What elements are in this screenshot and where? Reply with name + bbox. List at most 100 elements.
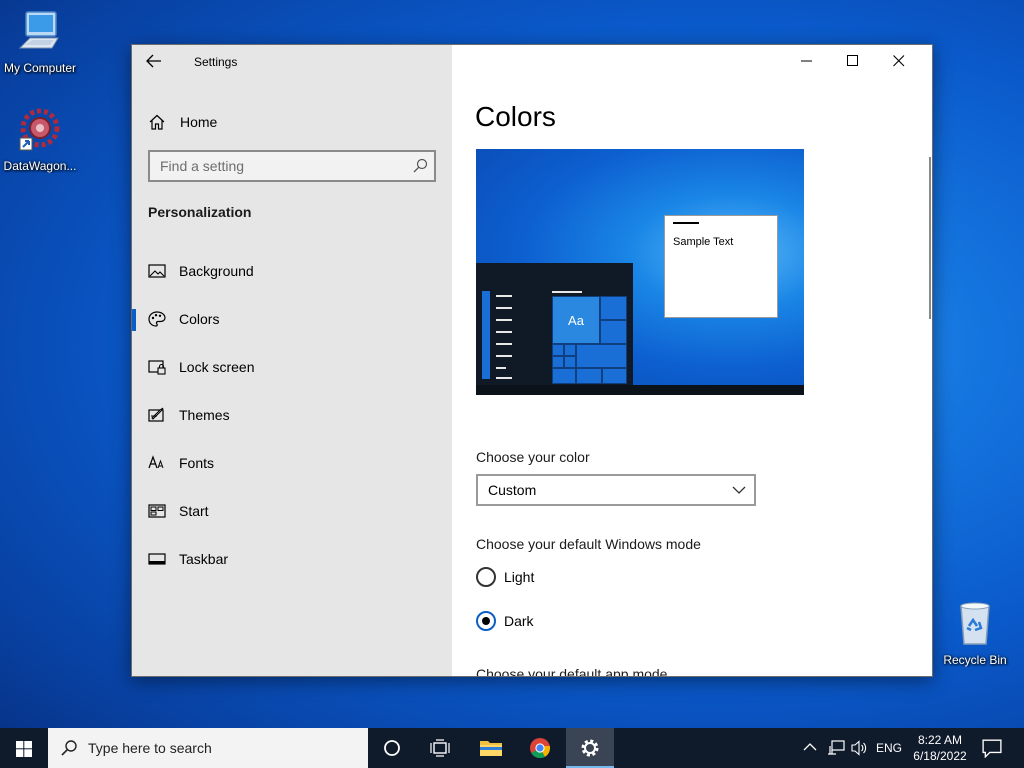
cortana-icon	[384, 740, 400, 756]
preview-menu-line	[496, 307, 512, 309]
fonts-icon	[148, 455, 164, 469]
preview-menu-line	[496, 295, 512, 297]
settings-taskbar-button[interactable]	[566, 728, 614, 768]
sidebar-item-background[interactable]: Background	[132, 247, 452, 295]
taskbar: Type here to search ENG 8:22 AM 6/18/202…	[0, 728, 1024, 768]
maximize-button[interactable]	[830, 45, 876, 77]
radio-dark[interactable]: Dark	[476, 611, 676, 635]
task-view-button[interactable]	[416, 728, 464, 768]
network-icon[interactable]	[827, 740, 845, 756]
choose-color-label: Choose your color	[476, 449, 590, 465]
windows-mode-label: Choose your default Windows mode	[476, 536, 701, 552]
content-scrollbar[interactable]	[929, 157, 931, 319]
sidebar-item-home[interactable]: Home	[132, 105, 452, 141]
preview-tile	[552, 368, 576, 384]
desktop-icon-label: My Computer	[3, 61, 77, 75]
preview-menu-line	[496, 355, 512, 357]
app-title: Settings	[194, 55, 238, 69]
sidebar-item-label: Lock screen	[179, 359, 255, 375]
search-icon[interactable]	[412, 158, 428, 174]
input-language[interactable]: ENG	[876, 741, 902, 755]
minimize-button[interactable]	[784, 45, 830, 77]
desktop-icon-label: DataWagon...	[3, 159, 77, 173]
preview-tile-aa: Aa	[552, 296, 600, 344]
sidebar-item-lock-screen[interactable]: Lock screen	[132, 343, 452, 391]
search-input[interactable]	[150, 152, 400, 180]
picture-icon	[148, 264, 166, 278]
sidebar-item-label: Background	[179, 263, 254, 279]
dropdown-value: Custom	[488, 482, 537, 498]
cortana-button[interactable]	[368, 728, 416, 768]
clock-date: 6/18/2022	[913, 749, 967, 763]
minimize-icon	[801, 60, 812, 62]
home-icon	[149, 114, 165, 130]
preview-start-menu: Aa	[476, 263, 633, 385]
preview-tile	[576, 368, 602, 384]
desktop-icon-label: Recycle Bin	[943, 653, 1007, 667]
sidebar-nav: Background Colors Lock screen Themes Fon…	[132, 247, 452, 583]
task-view-icon	[430, 739, 450, 757]
sidebar-item-themes[interactable]: Themes	[132, 391, 452, 439]
close-button[interactable]	[876, 45, 922, 77]
folder-icon	[480, 741, 502, 756]
taskbar-search[interactable]: Type here to search	[48, 728, 368, 768]
chrome-button[interactable]	[516, 728, 564, 768]
desktop-icon-recycle-bin[interactable]: Recycle Bin	[935, 600, 1015, 667]
page-title: Colors	[475, 101, 556, 132]
preview-tile	[600, 296, 627, 320]
preview-tile	[600, 320, 627, 344]
palette-icon	[148, 311, 166, 327]
back-button[interactable]	[146, 54, 166, 70]
close-icon	[893, 55, 905, 67]
preview-tile	[552, 356, 564, 368]
chevron-up-icon[interactable]	[803, 740, 817, 754]
radio-label: Light	[504, 569, 535, 585]
lock-screen-icon	[148, 360, 166, 375]
radio-light[interactable]: Light	[476, 567, 676, 591]
window-controls	[772, 45, 932, 79]
color-preview: Sample Text Aa	[476, 149, 804, 395]
preview-tile	[564, 344, 576, 356]
radio-label: Dark	[504, 613, 534, 629]
preview-menu-line	[496, 377, 512, 379]
preview-tile	[564, 356, 576, 368]
volume-icon[interactable]	[851, 740, 869, 756]
sidebar-item-fonts[interactable]: Fonts	[132, 439, 452, 487]
search-icon	[61, 740, 77, 756]
maximize-icon	[847, 55, 858, 66]
sidebar-item-label: Themes	[179, 407, 230, 423]
choose-color-dropdown[interactable]: Custom	[476, 474, 756, 506]
preview-tile-header	[552, 291, 582, 293]
home-label: Home	[180, 114, 218, 130]
file-explorer-button[interactable]	[466, 728, 514, 768]
clock-time: 8:22 AM	[917, 733, 963, 747]
preview-menu-line	[496, 343, 512, 345]
clock[interactable]: 8:22 AM 6/18/2022	[905, 732, 975, 764]
sidebar-item-start[interactable]: Start	[132, 487, 452, 535]
desktop-icon-my-computer[interactable]: My Computer	[0, 8, 80, 75]
sidebar-item-colors[interactable]: Colors	[132, 295, 452, 343]
preview-taskbar	[476, 385, 804, 395]
settings-content: Colors Sample Text Aa Choose your color …	[452, 45, 932, 676]
chrome-icon	[530, 738, 551, 759]
find-setting-search[interactable]	[148, 150, 436, 182]
preview-tile	[576, 344, 627, 368]
taskbar-icon	[148, 553, 166, 565]
back-arrow-icon	[146, 54, 161, 68]
sidebar-item-taskbar[interactable]: Taskbar	[132, 535, 452, 583]
preview-tile	[552, 344, 564, 356]
start-button[interactable]	[0, 728, 48, 768]
app-mode-label: Choose your default app mode	[476, 666, 668, 677]
themes-icon	[148, 407, 164, 422]
computer-icon	[18, 11, 59, 49]
sidebar-item-label: Start	[179, 503, 209, 519]
radio-circle[interactable]	[476, 611, 496, 631]
title-bar: Settings	[132, 45, 452, 79]
start-icon	[148, 504, 166, 518]
radio-circle[interactable]	[476, 567, 496, 587]
chevron-down-icon	[732, 486, 746, 494]
desktop-icon-datawagon[interactable]: DataWagon...	[0, 106, 80, 173]
preview-menu-line	[496, 319, 512, 321]
notification-icon[interactable]	[980, 738, 1004, 758]
preview-menu-line	[496, 331, 512, 333]
